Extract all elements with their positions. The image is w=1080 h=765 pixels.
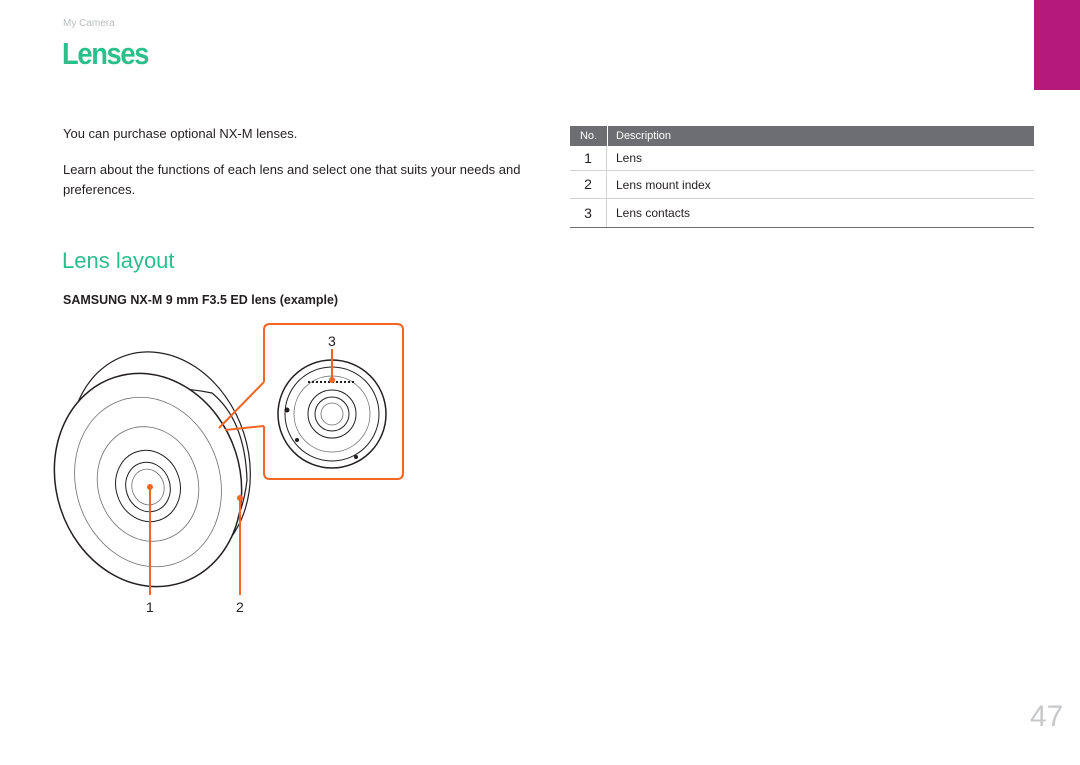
callout-number-3: 3 <box>328 333 336 349</box>
table-header: No. Description <box>570 126 1034 146</box>
row-description: Lens contacts <box>616 206 691 220</box>
table-row: 1 Lens <box>570 146 1034 171</box>
row-description: Lens mount index <box>616 177 711 192</box>
parts-table: No. Description 1 Lens 2 Lens mount inde… <box>570 126 1034 228</box>
lens-diagram <box>53 323 404 595</box>
table-row: 3 Lens contacts <box>570 199 1034 228</box>
callout-dot-2 <box>237 495 243 501</box>
callout-dot-3 <box>329 377 335 383</box>
header-description: Description <box>616 130 672 142</box>
header-no: No. <box>570 126 608 146</box>
row-number: 1 <box>584 150 592 166</box>
callout-number-1: 1 <box>146 599 154 615</box>
row-number: 3 <box>584 205 592 221</box>
row-description: Lens <box>616 151 643 165</box>
callout-dot-1 <box>147 484 153 490</box>
row-number: 2 <box>584 176 592 192</box>
page-number: 47 <box>1030 700 1064 733</box>
table-row: 2 Lens mount index <box>570 171 1034 199</box>
callout-number-2: 2 <box>236 599 244 615</box>
